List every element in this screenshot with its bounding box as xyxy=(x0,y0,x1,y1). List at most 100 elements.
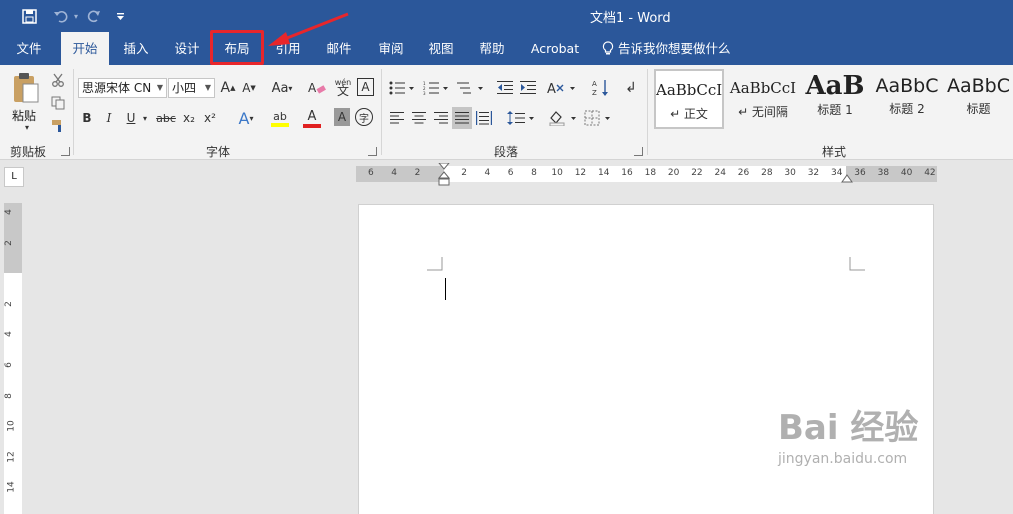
style-heading-2[interactable]: AaBbC 标题 2 xyxy=(872,69,942,129)
indent-markers-icon[interactable] xyxy=(438,163,450,187)
ruler-tick-label: 16 xyxy=(621,168,633,178)
ruler-tick-label: 12 xyxy=(6,451,17,463)
tab-acrobat[interactable]: Acrobat xyxy=(524,32,586,65)
ruler-tick-label: 18 xyxy=(644,168,657,178)
save-icon[interactable] xyxy=(18,6,40,26)
svg-text:A: A xyxy=(308,81,317,95)
style-title[interactable]: AaBbC 标题 xyxy=(944,69,1013,129)
styles-gallery: AaBbCcI ↵ 正文 AaBbCcI ↵ 无间隔 AaB 标题 1 AaBb… xyxy=(652,69,1013,133)
character-shading-button[interactable]: A xyxy=(334,108,350,126)
ruler-tick-label: 42 xyxy=(924,168,936,178)
character-border-button[interactable]: A xyxy=(357,78,374,96)
paste-button[interactable] xyxy=(10,71,42,105)
right-indent-marker-icon[interactable] xyxy=(841,174,853,184)
redo-icon[interactable] xyxy=(84,6,104,26)
borders-icon[interactable] xyxy=(582,107,616,129)
undo-dropdown-icon[interactable]: ▾ xyxy=(70,6,82,26)
shading-icon[interactable] xyxy=(546,107,580,129)
style-name: ↵ 正文 xyxy=(670,107,708,121)
sort-icon[interactable]: AZ xyxy=(591,76,611,100)
paste-dropdown-icon[interactable]: ▾ xyxy=(23,123,31,132)
font-name-value: 思源宋体 CN xyxy=(82,81,152,95)
tab-layout[interactable]: 布局 xyxy=(216,32,258,65)
copy-icon[interactable] xyxy=(50,95,66,111)
ribbon-tabs: 文件 开始 插入 设计 布局 引用 邮件 审阅 视图 帮助 Acrobat 告诉… xyxy=(0,32,1013,65)
enclose-characters-button[interactable]: 字 xyxy=(355,108,373,126)
cut-icon[interactable] xyxy=(50,72,66,88)
superscript-button[interactable]: x² xyxy=(201,108,219,128)
tab-insert[interactable]: 插入 xyxy=(115,32,157,65)
subscript-button[interactable]: x₂ xyxy=(180,108,198,128)
font-color-button[interactable]: A xyxy=(297,106,327,130)
font-group-label: 字体 xyxy=(206,145,231,159)
paragraph-launcher-icon[interactable] xyxy=(634,147,643,156)
tab-help[interactable]: 帮助 xyxy=(471,32,513,65)
horizontal-ruler[interactable]: 6 4 2 2 4 6 8 10 12 14 16 18 20 22 24 26 28 30 32 34 36 38 40 4… xyxy=(356,163,937,186)
undo-icon[interactable] xyxy=(50,6,72,26)
align-left-icon[interactable] xyxy=(387,107,407,129)
format-painter-icon[interactable] xyxy=(50,117,66,133)
highlight-color-bar xyxy=(271,122,289,127)
line-spacing-icon[interactable] xyxy=(505,107,537,129)
style-no-spacing[interactable]: AaBbCcI ↵ 无间隔 xyxy=(728,69,798,129)
ruler-tick-label: 26 xyxy=(737,168,750,178)
clipboard-launcher-icon[interactable] xyxy=(61,147,70,156)
strikethrough-button[interactable]: abc xyxy=(154,108,178,128)
ruler-tick-label: 10 xyxy=(6,420,17,432)
tab-view[interactable]: 视图 xyxy=(420,32,462,65)
clear-formatting-icon[interactable]: A xyxy=(307,78,327,98)
tab-review[interactable]: 审阅 xyxy=(370,32,412,65)
shrink-font-button[interactable]: A ▼ xyxy=(240,78,258,98)
bullets-icon[interactable] xyxy=(387,77,417,99)
style-heading-1[interactable]: AaB 标题 1 xyxy=(800,69,870,129)
show-marks-icon[interactable]: ↲ xyxy=(621,77,641,99)
ruler-tick-label: 8 xyxy=(531,168,537,178)
multilevel-list-icon[interactable] xyxy=(455,77,487,99)
ruler-tick-label: 4 xyxy=(484,168,491,178)
ruler-tick-label: 14 xyxy=(6,481,17,494)
bold-button[interactable]: B xyxy=(78,108,96,128)
tab-references[interactable]: 引用 xyxy=(267,32,309,65)
justify-icon[interactable] xyxy=(452,107,472,129)
ruler-tick-label: 4 xyxy=(391,168,398,178)
increase-indent-icon[interactable] xyxy=(518,77,538,99)
customize-icon[interactable] xyxy=(113,6,127,26)
phonetic-guide-button[interactable]: wén 文 xyxy=(332,76,354,98)
highlight-button[interactable]: ab xyxy=(264,106,296,130)
vertical-ruler[interactable]: 4 2 2 4 6 8 10 12 14 xyxy=(4,203,22,514)
numbering-icon[interactable]: 123 xyxy=(421,77,451,99)
ruler-tick-label: 6 xyxy=(3,362,14,368)
font-size-dropdown[interactable]: 小四 ▼ xyxy=(168,78,215,98)
decrease-indent-icon[interactable] xyxy=(495,77,515,99)
underline-button[interactable]: U xyxy=(122,108,140,128)
italic-button[interactable]: I xyxy=(100,108,118,128)
change-case-button[interactable]: Aa ▾ xyxy=(268,78,296,98)
style-sample: AaB xyxy=(805,71,865,101)
window-title: 文档1 - Word xyxy=(590,11,671,26)
font-name-dropdown[interactable]: 思源宋体 CN ▼ xyxy=(78,78,167,98)
ruler-tick-label: 40 xyxy=(900,168,913,178)
underline-dropdown-icon[interactable]: ▾ xyxy=(140,108,150,128)
separator xyxy=(647,69,648,155)
tab-selector[interactable]: L xyxy=(4,167,24,187)
distributed-icon[interactable] xyxy=(474,107,494,129)
tab-mailings[interactable]: 邮件 xyxy=(318,32,360,65)
tab-home[interactable]: 开始 xyxy=(61,32,109,65)
tab-design[interactable]: 设计 xyxy=(166,32,208,65)
document-page[interactable] xyxy=(358,204,934,514)
align-center-icon[interactable] xyxy=(409,107,429,129)
font-launcher-icon[interactable] xyxy=(368,147,377,156)
ruler-tick-label: 22 xyxy=(691,168,703,178)
tell-me-search[interactable]: 告诉我你想要做什么 xyxy=(602,32,737,65)
style-sample: AaBbCcI xyxy=(656,81,722,99)
chinese-layout-icon[interactable]: A xyxy=(545,77,579,99)
style-normal[interactable]: AaBbCcI ↵ 正文 xyxy=(654,69,724,129)
grow-font-button[interactable]: A ▲ xyxy=(219,78,237,98)
ruler-tick-label: 24 xyxy=(714,168,726,178)
ruler-tick-label: 6 xyxy=(507,168,514,178)
text-effects-button[interactable]: A ▾ xyxy=(232,108,260,128)
align-right-icon[interactable] xyxy=(431,107,451,129)
ruler-tick-label: 36 xyxy=(854,168,866,178)
tab-file[interactable]: 文件 xyxy=(8,32,50,65)
ruler-tick-label: 20 xyxy=(667,168,680,178)
